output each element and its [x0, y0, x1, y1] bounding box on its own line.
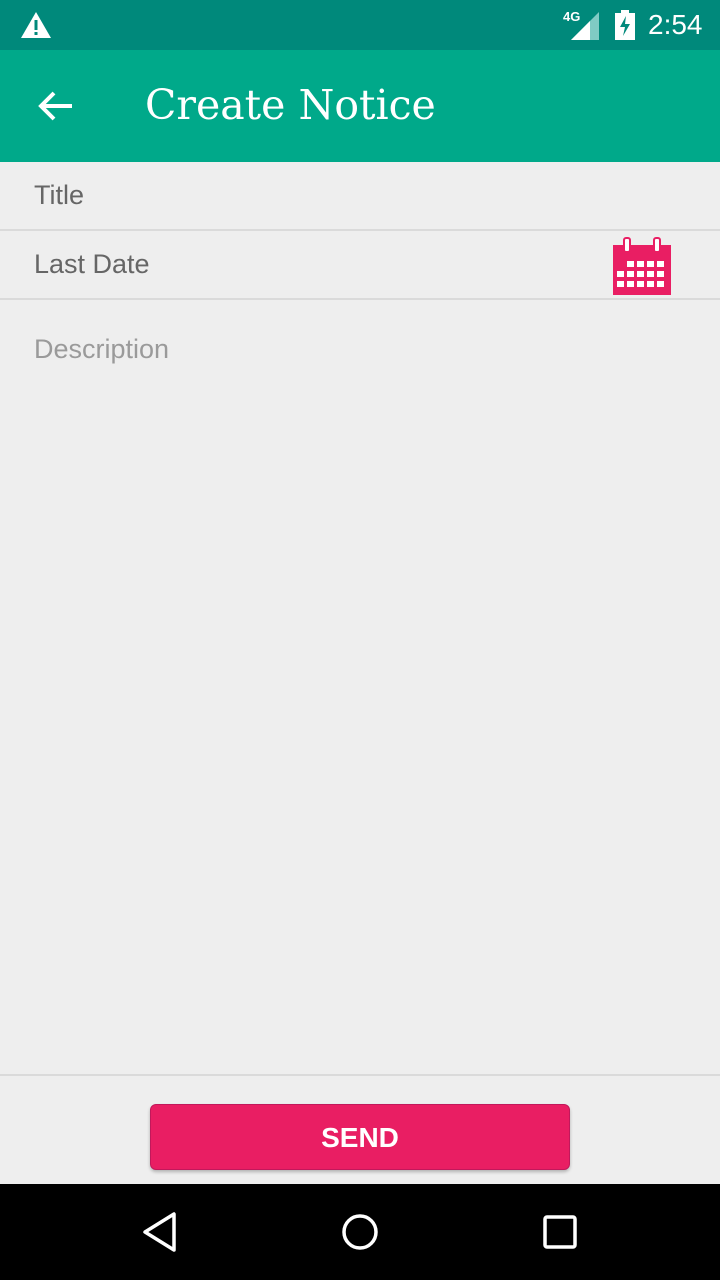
navigation-bar [0, 1184, 720, 1280]
title-field[interactable]: Title [0, 162, 720, 231]
divider [0, 1074, 720, 1076]
last-date-field[interactable]: Last Date [0, 231, 720, 300]
status-bar: 4G 2:54 [0, 0, 720, 50]
send-button[interactable]: SEND [150, 1104, 570, 1170]
warning-icon [21, 12, 51, 38]
clock: 2:54 [648, 9, 703, 40]
page-title: Create Notice [145, 81, 436, 129]
app-bar: Create Notice [0, 50, 720, 162]
back-arrow-icon[interactable] [36, 86, 76, 126]
nav-home-icon[interactable] [340, 1212, 380, 1252]
signal-icon [571, 12, 599, 40]
nav-back-icon[interactable] [140, 1210, 180, 1254]
title-placeholder: Title [34, 180, 85, 210]
calendar-icon[interactable] [612, 237, 672, 295]
nav-recents-icon[interactable] [542, 1214, 578, 1250]
description-field[interactable]: Description [34, 334, 169, 365]
last-date-placeholder: Last Date [34, 249, 150, 279]
battery-charging-icon [615, 10, 635, 40]
